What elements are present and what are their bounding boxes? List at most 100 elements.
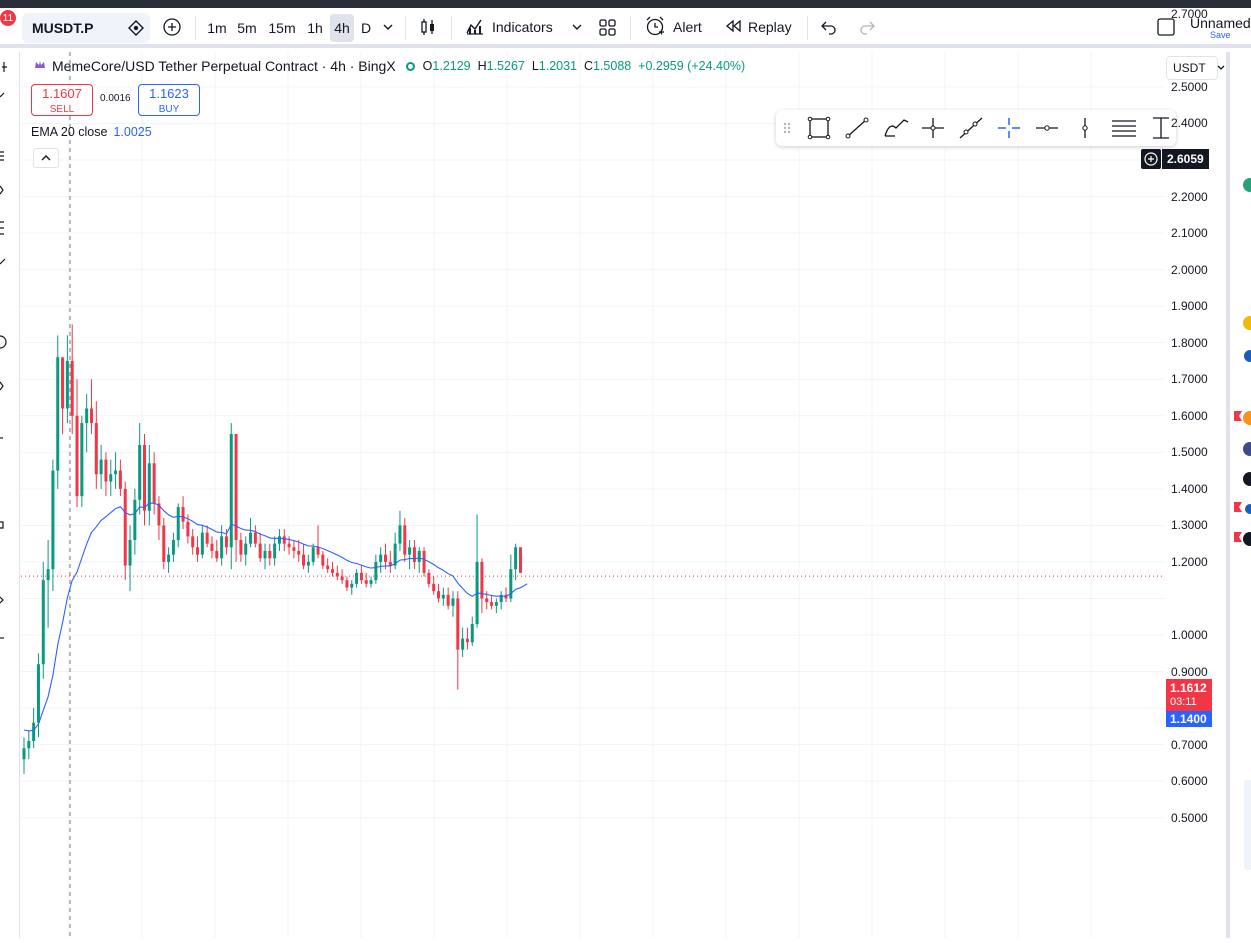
candlestick-chart[interactable]	[21, 52, 1164, 938]
ema-legend[interactable]: EMA 20 close 1.0025	[31, 125, 152, 139]
last-price-tag: 1.1612 03:11	[1166, 679, 1212, 711]
trendline-tool-icon	[0, 92, 5, 98]
divider	[451, 16, 452, 40]
trend-line-tool-icon[interactable]	[844, 116, 870, 140]
forecast-tool-icon	[0, 221, 4, 235]
floating-drawing-toolbar	[776, 110, 1176, 146]
notification-badge[interactable]: 11	[0, 10, 16, 26]
tf-1m[interactable]: 1m	[204, 14, 230, 42]
measure-tool-icon	[0, 381, 4, 391]
tf-chevron-down-icon[interactable]	[381, 12, 395, 42]
price-axis-label: 2.1000	[1171, 226, 1208, 241]
price-axis-label: 2.4000	[1171, 116, 1208, 131]
candle-body	[494, 602, 498, 606]
parallel-channel-tool-icon[interactable]	[1110, 116, 1136, 140]
replay-button[interactable]: Replay	[724, 12, 792, 42]
price-axis[interactable]: 2.80002.70002.50002.40002.30002.20002.10…	[1164, 7, 1226, 938]
candle-body	[470, 624, 474, 643]
crosshair-tool-icon	[2, 62, 7, 72]
symbol-search-button[interactable]: MUSDT.P	[22, 13, 150, 43]
alert-button[interactable]: Alert	[644, 12, 702, 42]
candle-body	[27, 740, 31, 749]
cross-line-tool-icon[interactable]	[920, 116, 946, 140]
candle-body	[422, 550, 426, 573]
add-alert-plus-icon[interactable]	[1141, 149, 1161, 169]
ema-value: 1.0025	[113, 125, 152, 139]
tf-15m[interactable]: 15m	[265, 14, 299, 42]
tf-d[interactable]: D	[357, 14, 375, 42]
collapse-legend-button[interactable]	[33, 148, 59, 168]
candle-body	[249, 532, 253, 544]
compare-add-icon[interactable]	[162, 12, 182, 42]
candle-body	[89, 408, 93, 424]
candle-body	[330, 569, 334, 573]
candle-body	[461, 638, 465, 650]
candle-body	[224, 536, 228, 548]
candle-body	[258, 543, 262, 559]
price-axis-label: 2.2000	[1171, 189, 1208, 204]
candle-body	[417, 550, 421, 562]
rectangle-tool-icon[interactable]	[806, 116, 832, 140]
candle-body	[384, 554, 387, 562]
brush-tool-icon[interactable]	[882, 116, 909, 140]
flag-icon	[1234, 532, 1242, 542]
symbol-title[interactable]: MemeCore/USD Tether Perpetual Contract ·…	[52, 58, 396, 74]
price-axis-label: 1.6000	[1171, 408, 1208, 423]
ema-line	[23, 502, 528, 732]
emoji-tool-icon	[0, 335, 7, 349]
tf-1h[interactable]: 1h	[302, 14, 328, 42]
horizontal-ray-tool-icon[interactable]	[1034, 116, 1060, 140]
candle-body	[162, 525, 166, 562]
tf-4h[interactable]: 4h	[330, 14, 354, 42]
candle-body	[263, 550, 267, 559]
drag-handle-icon[interactable]	[780, 116, 794, 140]
indicators-chevron-down-icon[interactable]	[570, 12, 584, 42]
candle-body	[133, 499, 137, 540]
price-axis-label: 2.5000	[1171, 79, 1208, 94]
candle-body	[32, 722, 36, 741]
indicators-icon	[465, 16, 485, 39]
candle-body	[441, 594, 445, 599]
candle-body	[99, 459, 103, 475]
ray-tool-icon[interactable]	[958, 116, 984, 140]
tf-5m[interactable]: 5m	[234, 14, 260, 42]
candle-body	[306, 561, 310, 566]
currency-selector[interactable]: USDT	[1166, 56, 1225, 80]
candle-body	[335, 572, 339, 577]
alert-label: Alert	[673, 19, 702, 35]
candle-body	[518, 547, 522, 573]
redo-icon[interactable]	[858, 12, 876, 42]
crosshair-active-tool-icon[interactable]	[996, 116, 1022, 140]
candle-body	[282, 536, 286, 544]
vertical-line-tool-icon[interactable]	[1072, 116, 1098, 140]
indicators-button[interactable]: Indicators	[465, 12, 553, 42]
candle-body	[85, 408, 89, 424]
price-axis-label: 1.9000	[1171, 299, 1208, 314]
sell-button[interactable]: 1.1607 SELL	[31, 84, 93, 116]
candle-body	[229, 434, 233, 548]
candles-icon[interactable]	[418, 12, 438, 42]
candle-body	[514, 547, 518, 570]
chart-pane[interactable]	[21, 52, 1164, 938]
layouts-grid-icon[interactable]	[598, 12, 618, 42]
candle-body	[398, 525, 402, 544]
candle-body	[36, 664, 40, 723]
candle-body	[118, 470, 122, 489]
candle-body	[311, 547, 315, 562]
save-link[interactable]: Save	[1210, 30, 1231, 40]
symbol-info-icon[interactable]	[128, 20, 144, 39]
undo-icon[interactable]	[820, 12, 838, 42]
buy-price: 1.1623	[149, 86, 189, 101]
candle-body	[80, 423, 84, 497]
indicators-label: Indicators	[492, 19, 553, 35]
buy-button[interactable]: 1.1623 BUY	[138, 84, 200, 116]
crosshair-price-tag[interactable]: 2.6059	[1141, 149, 1209, 169]
candle-body	[412, 547, 416, 562]
spread-value: 0.0016	[100, 93, 131, 104]
price-axis-label: 1.2000	[1171, 554, 1208, 569]
candle-body	[408, 547, 412, 555]
candle-body	[220, 536, 224, 559]
left-drawing-toolbar	[0, 52, 20, 938]
candle-body	[234, 434, 238, 540]
candle-body	[379, 554, 383, 562]
